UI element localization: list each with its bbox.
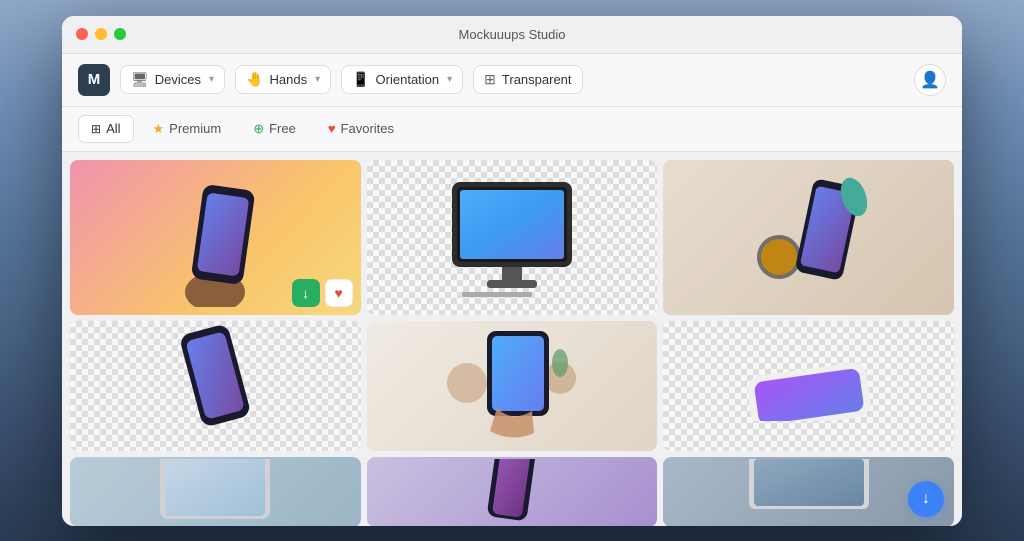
devices-dropdown[interactable]: 🖥 Devices ▾: [120, 65, 225, 94]
mockup-preview-2: [367, 160, 658, 315]
toolbar: M 🖥 Devices ▾ 🤚 Hands ▾ 📱 Orientation ▾ …: [62, 54, 962, 107]
window-title: Mockuuups Studio: [459, 27, 566, 42]
filter-bar: ⊞ All ★ Premium ⊕ Free ♥ Favorites: [62, 107, 962, 152]
download-button-1[interactable]: ↓: [292, 279, 320, 307]
close-button[interactable]: [76, 28, 88, 40]
grid-item-7[interactable]: [70, 457, 361, 526]
tab-free-label: Free: [269, 121, 296, 136]
grid-layout: ↓ ♥: [70, 160, 954, 526]
fab-download-button[interactable]: ↓: [908, 481, 944, 517]
heart-icon: ♥: [328, 121, 336, 136]
user-icon: 👤: [920, 70, 940, 90]
grid-icon: ⊞: [91, 122, 101, 136]
orientation-dropdown[interactable]: 📱 Orientation ▾: [341, 65, 463, 94]
hands-label: Hands: [270, 72, 308, 87]
maximize-button[interactable]: [114, 28, 126, 40]
chevron-down-icon: ▾: [447, 74, 452, 85]
mockup-grid: ↓ ♥: [62, 152, 962, 526]
devices-label: Devices: [155, 72, 201, 87]
mockup-preview-5: [367, 321, 658, 451]
transparent-label: Transparent: [502, 72, 572, 87]
check-circle-icon: ⊕: [253, 121, 264, 137]
user-button[interactable]: 👤: [914, 64, 946, 96]
app-window: Mockuuups Studio M 🖥 Devices ▾ 🤚 Hands ▾…: [62, 16, 962, 526]
tab-favorites-label: Favorites: [341, 121, 394, 136]
monitor-icon: 🖥: [131, 71, 149, 88]
chevron-down-icon: ▾: [209, 74, 214, 85]
titlebar: Mockuuups Studio: [62, 16, 962, 54]
grid-item-2[interactable]: [367, 160, 658, 315]
tab-favorites[interactable]: ♥ Favorites: [315, 115, 407, 143]
favorite-button-1[interactable]: ♥: [325, 279, 353, 307]
transparent-icon: ⊞: [484, 71, 496, 88]
minimize-button[interactable]: [95, 28, 107, 40]
mockup-preview-6: [663, 321, 954, 451]
hands-dropdown[interactable]: 🤚 Hands ▾: [235, 65, 331, 94]
transparent-dropdown[interactable]: ⊞ Transparent: [473, 65, 582, 94]
grid-item-4[interactable]: [70, 321, 361, 451]
grid-item-1[interactable]: ↓ ♥: [70, 160, 361, 315]
tab-premium-label: Premium: [169, 121, 221, 136]
grid-item-5[interactable]: [367, 321, 658, 451]
mockup-preview-7: [70, 457, 361, 526]
tab-premium[interactable]: ★ Premium: [140, 115, 235, 143]
hand-icon: 🤚: [246, 71, 263, 88]
logo-button[interactable]: M: [78, 64, 110, 96]
action-overlay-1: ↓ ♥: [292, 279, 353, 307]
mockup-preview-8: [367, 457, 658, 526]
star-icon: ★: [153, 121, 165, 137]
tab-all-label: All: [106, 121, 120, 136]
grid-item-3[interactable]: [663, 160, 954, 315]
grid-item-8[interactable]: [367, 457, 658, 526]
orientation-label: Orientation: [376, 72, 440, 87]
tab-free[interactable]: ⊕ Free: [240, 115, 309, 143]
phone-icon: 📱: [352, 71, 369, 88]
chevron-down-icon: ▾: [315, 74, 320, 85]
grid-item-9[interactable]: ↓: [663, 457, 954, 526]
traffic-lights: [76, 28, 126, 40]
grid-item-6[interactable]: [663, 321, 954, 451]
tab-all[interactable]: ⊞ All: [78, 115, 134, 143]
mockup-preview-4: [70, 321, 361, 451]
mockup-preview-3: [663, 160, 954, 315]
